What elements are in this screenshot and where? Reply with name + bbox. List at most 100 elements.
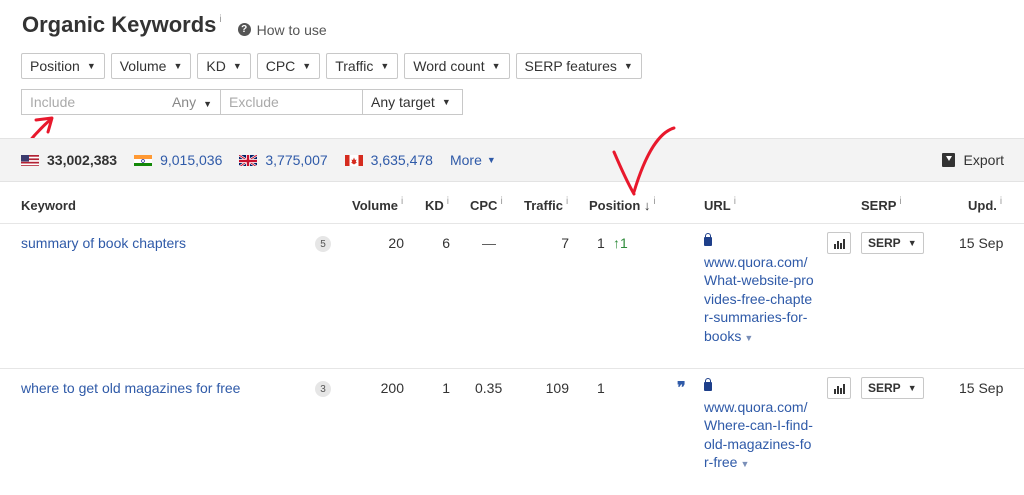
traffic-value: 109 [545,380,569,396]
info-icon[interactable]: i [500,196,502,207]
caret-down-icon[interactable]: ▼ [744,333,753,343]
info-icon[interactable]: i [401,196,403,207]
include-exclude-row: Include Any ▼ Exclude Any target ▼ [21,89,463,115]
serp-features-count-badge[interactable]: 5 [315,236,331,252]
exclude-placeholder: Exclude [229,94,279,110]
col-traffic[interactable]: Traffic i [524,196,568,213]
lock-icon [704,233,712,246]
url-text: www.quora.com/Where-can-I-find-old-magaz… [704,398,813,471]
us-flag-icon [21,154,39,166]
bar-chart-icon [836,386,839,394]
filter-traffic[interactable]: Traffic ▼ [326,53,399,79]
col-cpc[interactable]: CPC i [470,196,503,213]
keyword-link[interactable]: where to get old magazines for free [21,380,240,396]
export-button[interactable]: Export [941,152,1004,168]
kd-value: 1 [442,380,450,396]
filter-label: SERP features [524,58,617,74]
col-label: Volume [352,198,398,213]
keyword-link[interactable]: summary of book chapters [21,235,186,251]
country-count: 9,015,036 [160,152,223,168]
col-keyword[interactable]: Keyword [21,198,76,213]
download-icon [941,153,955,167]
bar-chart-icon [839,243,842,249]
caret-down-icon: ▼ [491,61,501,71]
country-gb[interactable]: 3,775,007 [239,152,328,168]
kd-value: 6 [442,235,450,251]
col-label: SERP [861,198,897,213]
serp-dropdown-button[interactable]: SERP ▼ [861,377,924,399]
caret-down-icon: ▼ [302,61,312,71]
target-label: Any target [371,94,435,110]
filter-bar: Position ▼ Volume ▼ KD ▼ CPC ▼ Traffic ▼ Word… [21,53,648,79]
col-url[interactable]: URL i [704,196,736,213]
filter-label: Volume [119,58,167,74]
how-to-use-link[interactable]: ? How to use [237,21,327,38]
col-updated[interactable]: Upd. i [968,196,1002,213]
india-flag-icon [134,154,153,166]
position-value: 1 [597,380,605,396]
volume-value: 200 [380,380,404,396]
info-icon[interactable]: i [447,196,449,207]
position-change: ↑1 [613,235,628,251]
caret-down-icon: ▼ [232,61,242,71]
position-history-chart-button[interactable] [827,377,851,399]
col-kd[interactable]: KD i [425,196,449,213]
bar-chart-icon [842,239,845,249]
info-icon[interactable]: i [899,196,901,207]
caret-down-icon: ▼ [173,61,183,71]
caret-down-icon[interactable]: ▼ [740,459,749,469]
caret-down-icon: ▼ [486,155,496,165]
country-ca[interactable]: 3,635,478 [344,152,433,168]
updated-date: 15 Sep [959,235,1004,251]
export-label: Export [963,152,1004,168]
caret-down-icon: ▼ [380,61,390,71]
any-label: Any [171,94,197,110]
caret-down-icon: ▼ [907,383,917,393]
help-icon: ? [237,23,251,36]
info-icon[interactable]: i [219,14,221,25]
caret-down-icon: ▼ [907,238,917,248]
filter-position[interactable]: Position ▼ [21,53,105,79]
include-any-select[interactable]: Any ▼ [172,94,212,110]
sort-arrow-icon: ↓ [643,198,651,213]
serp-label: SERP [868,236,901,250]
info-icon[interactable]: i [566,196,568,207]
exclude-input[interactable]: Exclude [221,89,363,115]
info-icon[interactable]: i [734,196,736,207]
serp-dropdown-button[interactable]: SERP ▼ [861,232,924,254]
table-header: Keyword Volume i KD i CPC i Traffic i Positi… [0,182,1024,224]
serp-features-count-badge[interactable]: 3 [315,381,331,397]
col-volume[interactable]: Volume i [352,196,403,213]
include-placeholder: Include [30,94,76,110]
bar-chart-icon [833,389,836,394]
filter-volume[interactable]: Volume ▼ [110,53,192,79]
url-link[interactable]: www.quora.com/What-website-provides-free… [704,233,814,347]
table-row: where to get old magazines for free 3 20… [0,369,1024,495]
country-in[interactable]: 9,015,036 [134,152,222,168]
target-select[interactable]: Any target ▼ [363,89,463,115]
col-serp[interactable]: SERP i [861,196,902,213]
page-title: Organic Keywords [22,12,217,37]
bar-chart-icon [836,241,839,249]
country-us[interactable]: 33,002,383 [21,152,117,168]
how-to-use-label: How to use [256,21,327,38]
info-icon[interactable]: i [653,196,655,207]
caret-down-icon: ▼ [86,61,96,71]
col-position[interactable]: Position ↓ i [589,196,656,213]
caret-down-icon: ▼ [441,97,451,107]
filter-word-count[interactable]: Word count ▼ [404,53,510,79]
info-icon[interactable]: i [1000,196,1002,207]
country-count: 3,635,478 [370,152,433,168]
filter-serp-features[interactable]: SERP features ▼ [515,53,642,79]
filter-cpc[interactable]: CPC ▼ [256,53,321,79]
filter-kd[interactable]: KD ▼ [197,53,251,79]
more-countries-button[interactable]: More ▼ [450,152,496,168]
col-label: Traffic [524,198,564,213]
position-history-chart-button[interactable] [827,232,851,254]
bar-chart-icon [839,388,842,394]
page-header: Organic Keywords i ? How to use [22,12,327,38]
url-link[interactable]: www.quora.com/Where-can-I-find-old-magaz… [704,378,814,474]
col-label: URL [704,198,731,213]
lock-icon [704,378,712,391]
country-count: 33,002,383 [47,152,118,168]
